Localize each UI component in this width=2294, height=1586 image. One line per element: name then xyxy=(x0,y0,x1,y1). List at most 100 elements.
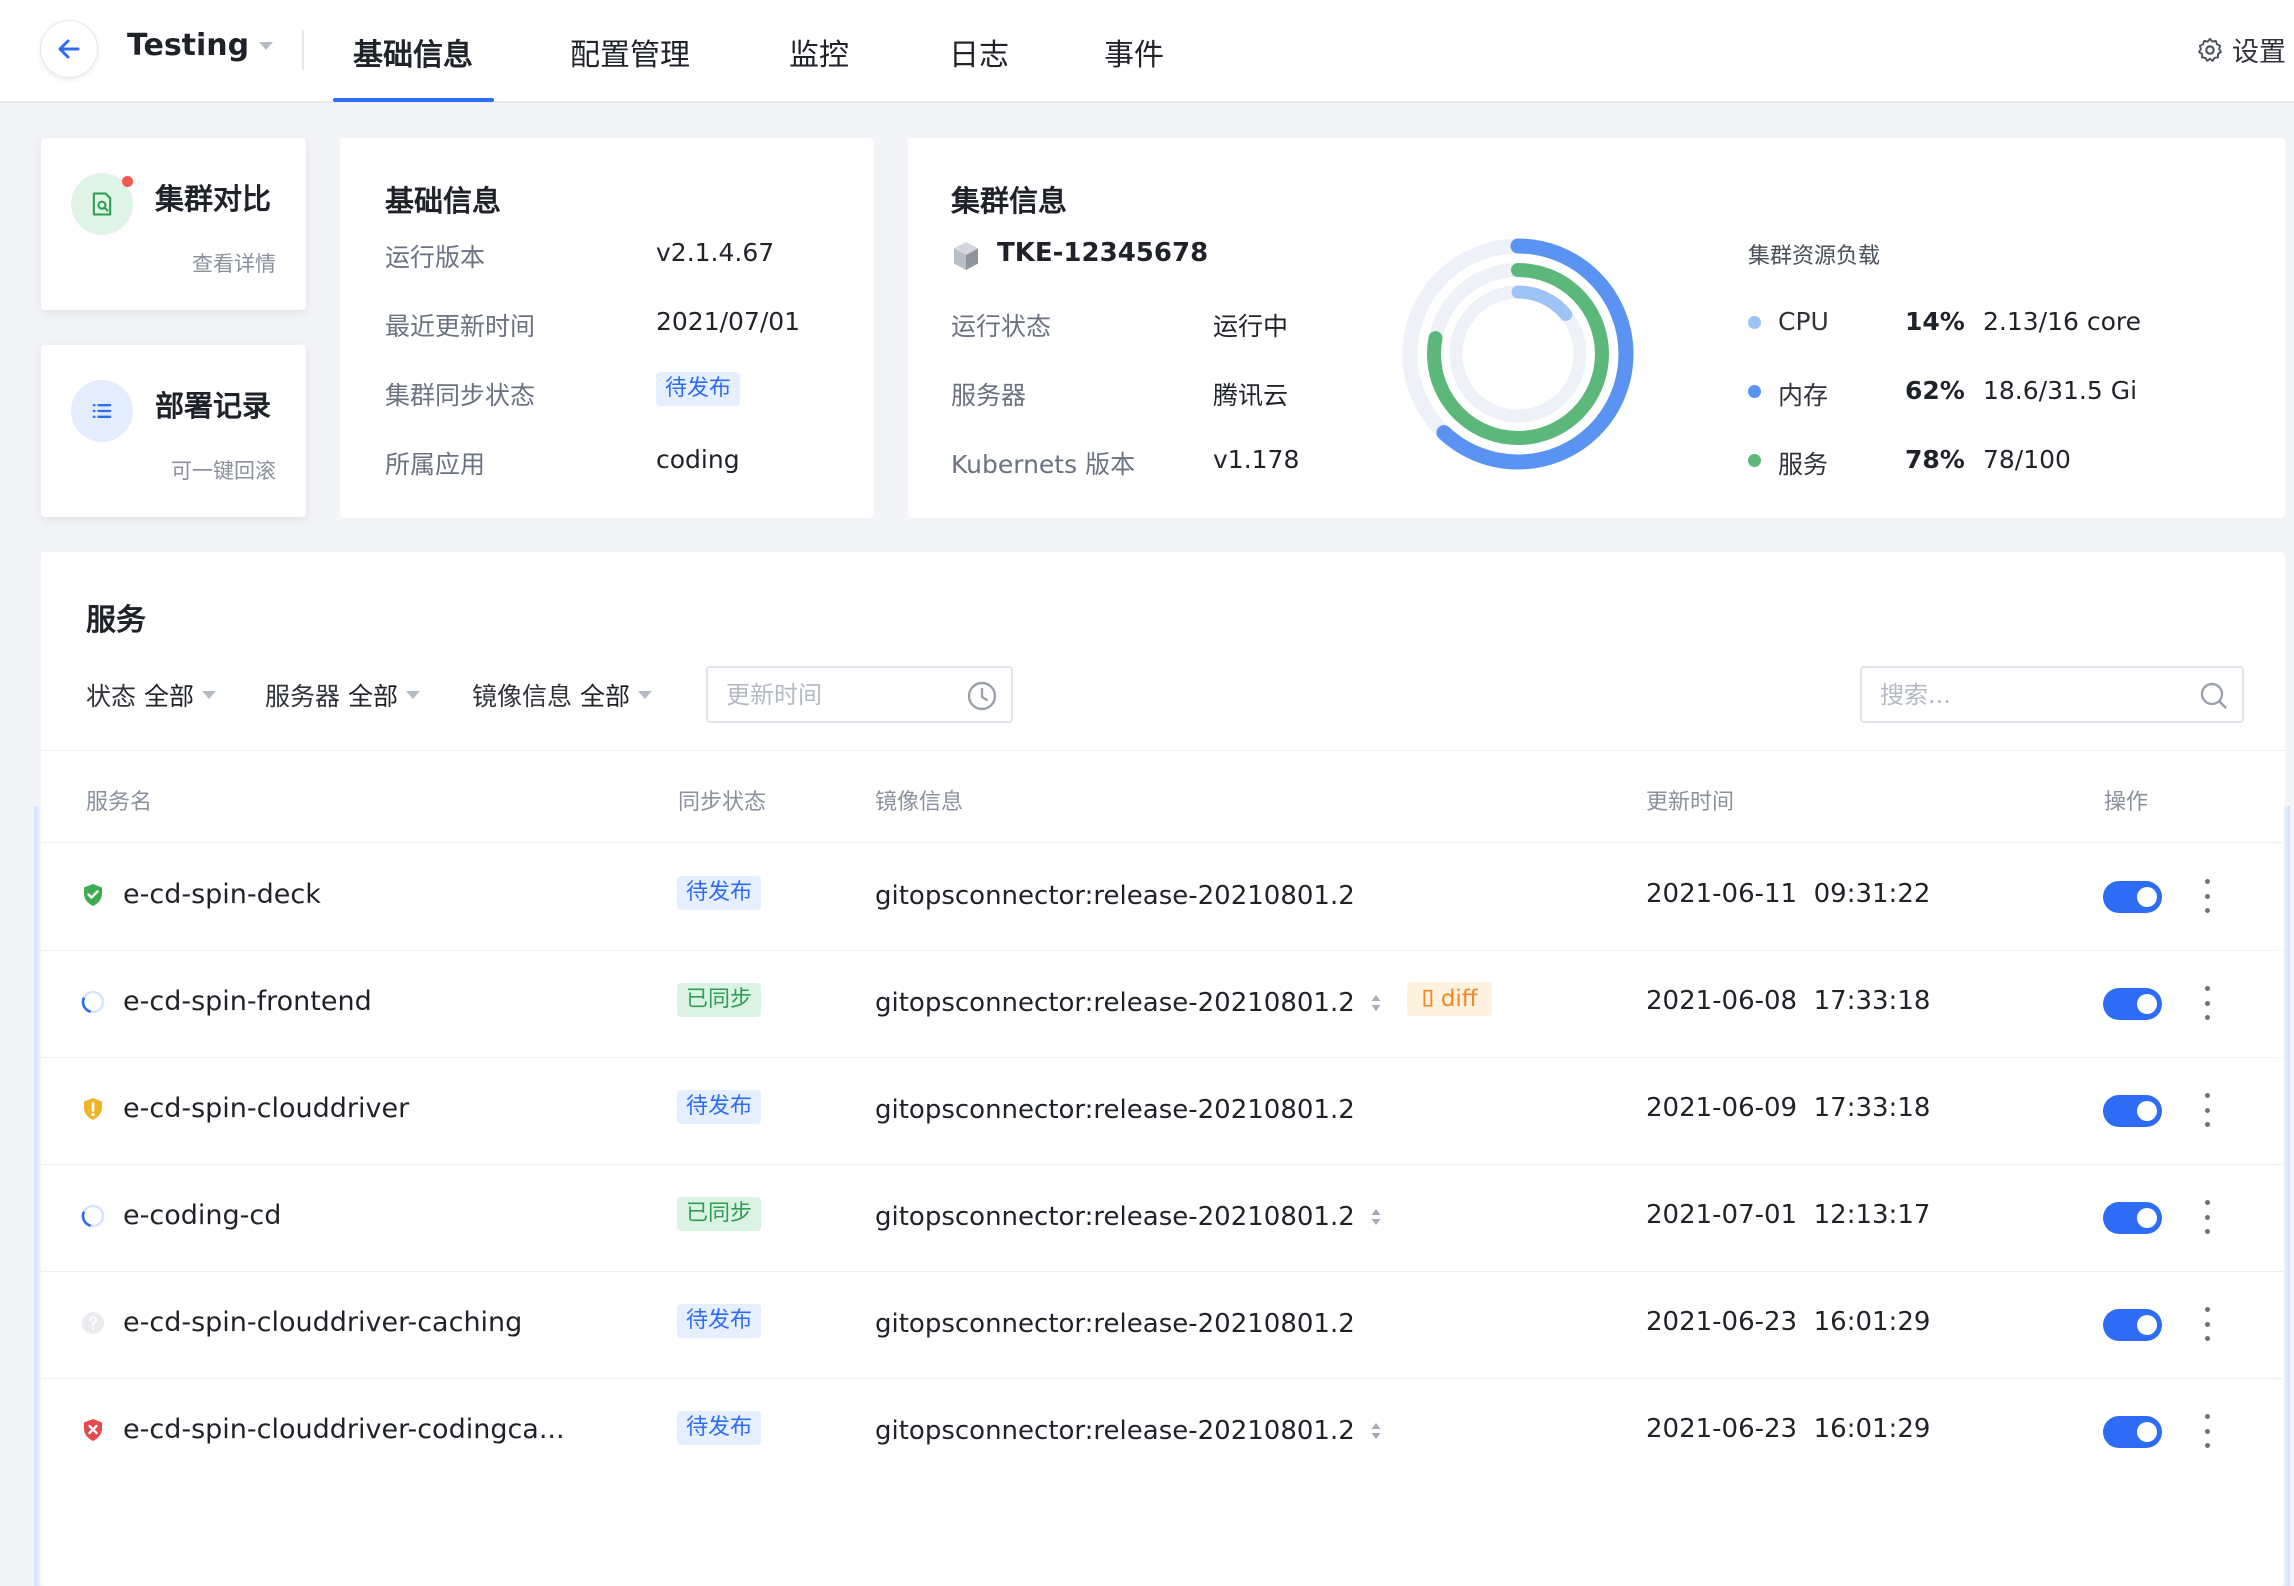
sync-status-cell: 待发布 xyxy=(677,1304,762,1338)
more-options-icon[interactable] xyxy=(2201,1093,2213,1127)
chevron-down-icon xyxy=(406,691,421,699)
status-badge: 待发布 xyxy=(677,1090,762,1124)
diff-label: diff xyxy=(1440,986,1478,1012)
service-name[interactable]: e-cd-spin-clouddriver xyxy=(123,1093,409,1124)
column-header-time: 更新时间 xyxy=(1646,790,1735,815)
app-value: coding xyxy=(656,445,740,474)
sync-status-cell: 待发布 xyxy=(677,876,762,910)
status-badge: 待发布 xyxy=(656,372,741,406)
image-info: gitopsconnector:release-20210801.2 xyxy=(875,1309,1355,1339)
service-legend-dot xyxy=(1748,454,1761,467)
settings-label: 设置 xyxy=(2232,37,2286,68)
image-info: gitopsconnector:release-20210801.2 xyxy=(875,1095,1355,1125)
tab-logs[interactable]: 日志 xyxy=(949,30,1009,74)
status-badge: 待发布 xyxy=(677,876,762,910)
tab-monitor[interactable]: 监控 xyxy=(789,30,849,74)
version-label: 运行版本 xyxy=(385,243,486,272)
enable-toggle[interactable] xyxy=(2103,1095,2162,1127)
more-options-icon[interactable] xyxy=(2201,986,2213,1020)
divider xyxy=(41,750,2285,751)
enable-toggle[interactable] xyxy=(2103,1416,2162,1448)
divider xyxy=(302,30,304,70)
deploy-records-card[interactable]: 部署记录 可一键回滚 xyxy=(41,345,306,517)
more-options-icon[interactable] xyxy=(2201,1307,2213,1341)
image-filter[interactable]: 镜像信息 全部 xyxy=(472,677,653,713)
image-info: gitopsconnector:release-20210801.2 xyxy=(875,988,1355,1018)
settings-button[interactable]: 设置 xyxy=(2196,30,2286,69)
enable-toggle[interactable] xyxy=(2103,881,2162,913)
table-row[interactable]: e-coding-cd 已同步 gitopsconnector:release-20… xyxy=(41,1164,2285,1271)
update-time: 2021-06-11 09:31:22 xyxy=(1646,879,1931,909)
filter-value: 全部 xyxy=(580,682,631,711)
column-header-image: 镜像信息 xyxy=(875,790,964,815)
service-value: 78/100 xyxy=(1983,445,2071,474)
basic-info-card: 基础信息 运行版本 v2.1.4.67 最近更新时间 2021/07/01 集群… xyxy=(340,138,874,518)
table-row[interactable]: e-cd-spin-clouddriver-caching 待发布 gitopsco… xyxy=(41,1271,2285,1378)
search-input[interactable] xyxy=(1860,666,2244,723)
cluster-compare-title: 集群对比 xyxy=(155,182,272,216)
list-icon xyxy=(71,380,133,442)
service-name[interactable]: e-coding-cd xyxy=(123,1200,281,1231)
version-value: v2.1.4.67 xyxy=(656,238,775,267)
version-switch-icon[interactable] xyxy=(1370,1420,1382,1442)
question-icon xyxy=(82,1312,104,1334)
service-percent: 78% xyxy=(1905,445,1965,474)
tab-events[interactable]: 事件 xyxy=(1104,30,1164,74)
update-time: 2021-07-01 12:13:17 xyxy=(1646,1200,1931,1230)
status-filter[interactable]: 状态 全部 xyxy=(86,677,217,713)
clock-icon xyxy=(967,681,997,711)
sync-status-cell: 已同步 xyxy=(677,983,762,1017)
cluster-compare-card[interactable]: 集群对比 查看详情 xyxy=(41,138,306,310)
memory-percent: 62% xyxy=(1905,376,1965,405)
version-switch-icon[interactable] xyxy=(1370,1206,1382,1228)
table-row[interactable]: e-cd-spin-clouddriver 待发布 gitopsconnector:… xyxy=(41,1057,2285,1164)
back-button[interactable] xyxy=(40,20,98,78)
filter-value: 全部 xyxy=(348,682,399,711)
service-name[interactable]: e-cd-spin-clouddriver-codingca... xyxy=(123,1414,565,1445)
panel-accent xyxy=(34,806,40,1586)
filter-label: 镜像信息 xyxy=(472,682,573,711)
search-icon xyxy=(2200,682,2227,709)
chevron-down-icon xyxy=(638,691,653,699)
resource-load-title: 集群资源负载 xyxy=(1748,244,1881,269)
tab-basic-info[interactable]: 基础信息 xyxy=(353,30,473,74)
table-row[interactable]: e-cd-spin-frontend 已同步 gitopsconnector:rel… xyxy=(41,950,2285,1057)
more-options-icon[interactable] xyxy=(2201,879,2213,913)
cpu-legend-dot xyxy=(1748,316,1761,329)
update-time-label: 最近更新时间 xyxy=(385,312,536,341)
gear-icon xyxy=(2198,37,2222,62)
rollback-link[interactable]: 可一键回滚 xyxy=(171,455,276,485)
update-time: 2021-06-23 16:01:29 xyxy=(1646,1414,1931,1444)
deploy-records-title: 部署记录 xyxy=(155,389,272,423)
cluster-name: TKE-12345678 xyxy=(997,238,1209,268)
k8s-version-value: v1.178 xyxy=(1213,445,1300,474)
sync-status-cell: 已同步 xyxy=(677,1197,762,1231)
diff-button[interactable]: ⌷ diff xyxy=(1407,982,1492,1016)
filter-label: 状态 xyxy=(86,682,137,711)
tab-config[interactable]: 配置管理 xyxy=(570,30,690,74)
table-row[interactable]: e-cd-spin-clouddriver-codingca... 待发布 gito… xyxy=(41,1378,2285,1485)
service-name[interactable]: e-cd-spin-deck xyxy=(123,879,321,910)
enable-toggle[interactable] xyxy=(2103,1309,2162,1341)
sync-status-label: 集群同步状态 xyxy=(385,381,536,410)
server-filter[interactable]: 服务器 全部 xyxy=(265,677,421,713)
more-options-icon[interactable] xyxy=(2201,1200,2213,1234)
k8s-version-label: Kubernets 版本 xyxy=(951,450,1136,479)
enable-toggle[interactable] xyxy=(2103,988,2162,1020)
service-name[interactable]: e-cd-spin-clouddriver-caching xyxy=(123,1307,522,1338)
service-name[interactable]: e-cd-spin-frontend xyxy=(123,986,372,1017)
more-options-icon[interactable] xyxy=(2201,1414,2213,1448)
chevron-down-icon xyxy=(259,41,274,50)
version-switch-icon[interactable] xyxy=(1370,992,1382,1014)
environment-selector[interactable]: Testing xyxy=(127,28,274,63)
basic-info-title: 基础信息 xyxy=(385,184,502,218)
table-row[interactable]: e-cd-spin-deck 待发布 gitopsconnector:release… xyxy=(41,843,2285,950)
view-details-link[interactable]: 查看详情 xyxy=(192,248,276,278)
image-info: gitopsconnector:release-20210801.2 xyxy=(875,1202,1355,1232)
cpu-percent: 14% xyxy=(1905,307,1965,336)
column-header-name: 服务名 xyxy=(86,790,153,815)
column-header-actions: 操作 xyxy=(2104,790,2149,815)
status-badge: 待发布 xyxy=(677,1411,762,1445)
shield-error-icon xyxy=(84,1419,102,1441)
enable-toggle[interactable] xyxy=(2103,1202,2162,1234)
